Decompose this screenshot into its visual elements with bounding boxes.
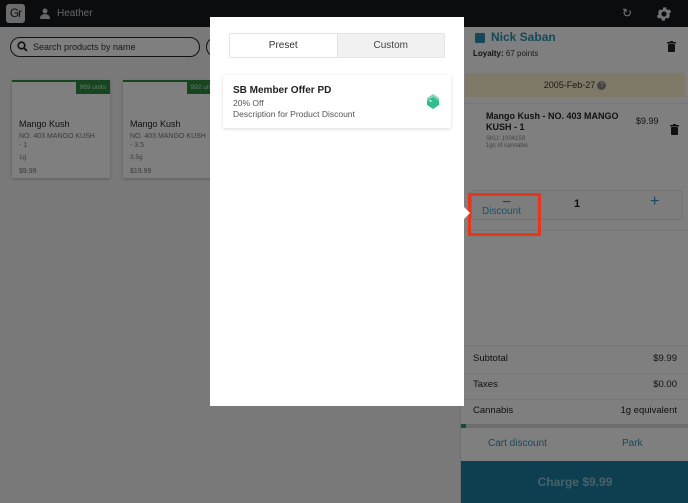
tab-custom[interactable]: Custom (336, 34, 444, 57)
annotation-highlight-box (468, 193, 541, 236)
tag-icon (427, 94, 439, 109)
offer-description: Description for Product Discount (233, 109, 355, 119)
discount-offer-item[interactable]: SB Member Offer PD 20% Off Description f… (223, 75, 451, 128)
tab-preset[interactable]: Preset (230, 34, 337, 57)
offer-amount: 20% Off (233, 98, 264, 108)
discount-popover: Preset Custom SB Member Offer PD 20% Off… (210, 17, 464, 406)
offer-title: SB Member Offer PD (233, 85, 332, 96)
discount-type-tabs: Preset Custom (229, 33, 445, 58)
popover-arrow (464, 207, 470, 219)
